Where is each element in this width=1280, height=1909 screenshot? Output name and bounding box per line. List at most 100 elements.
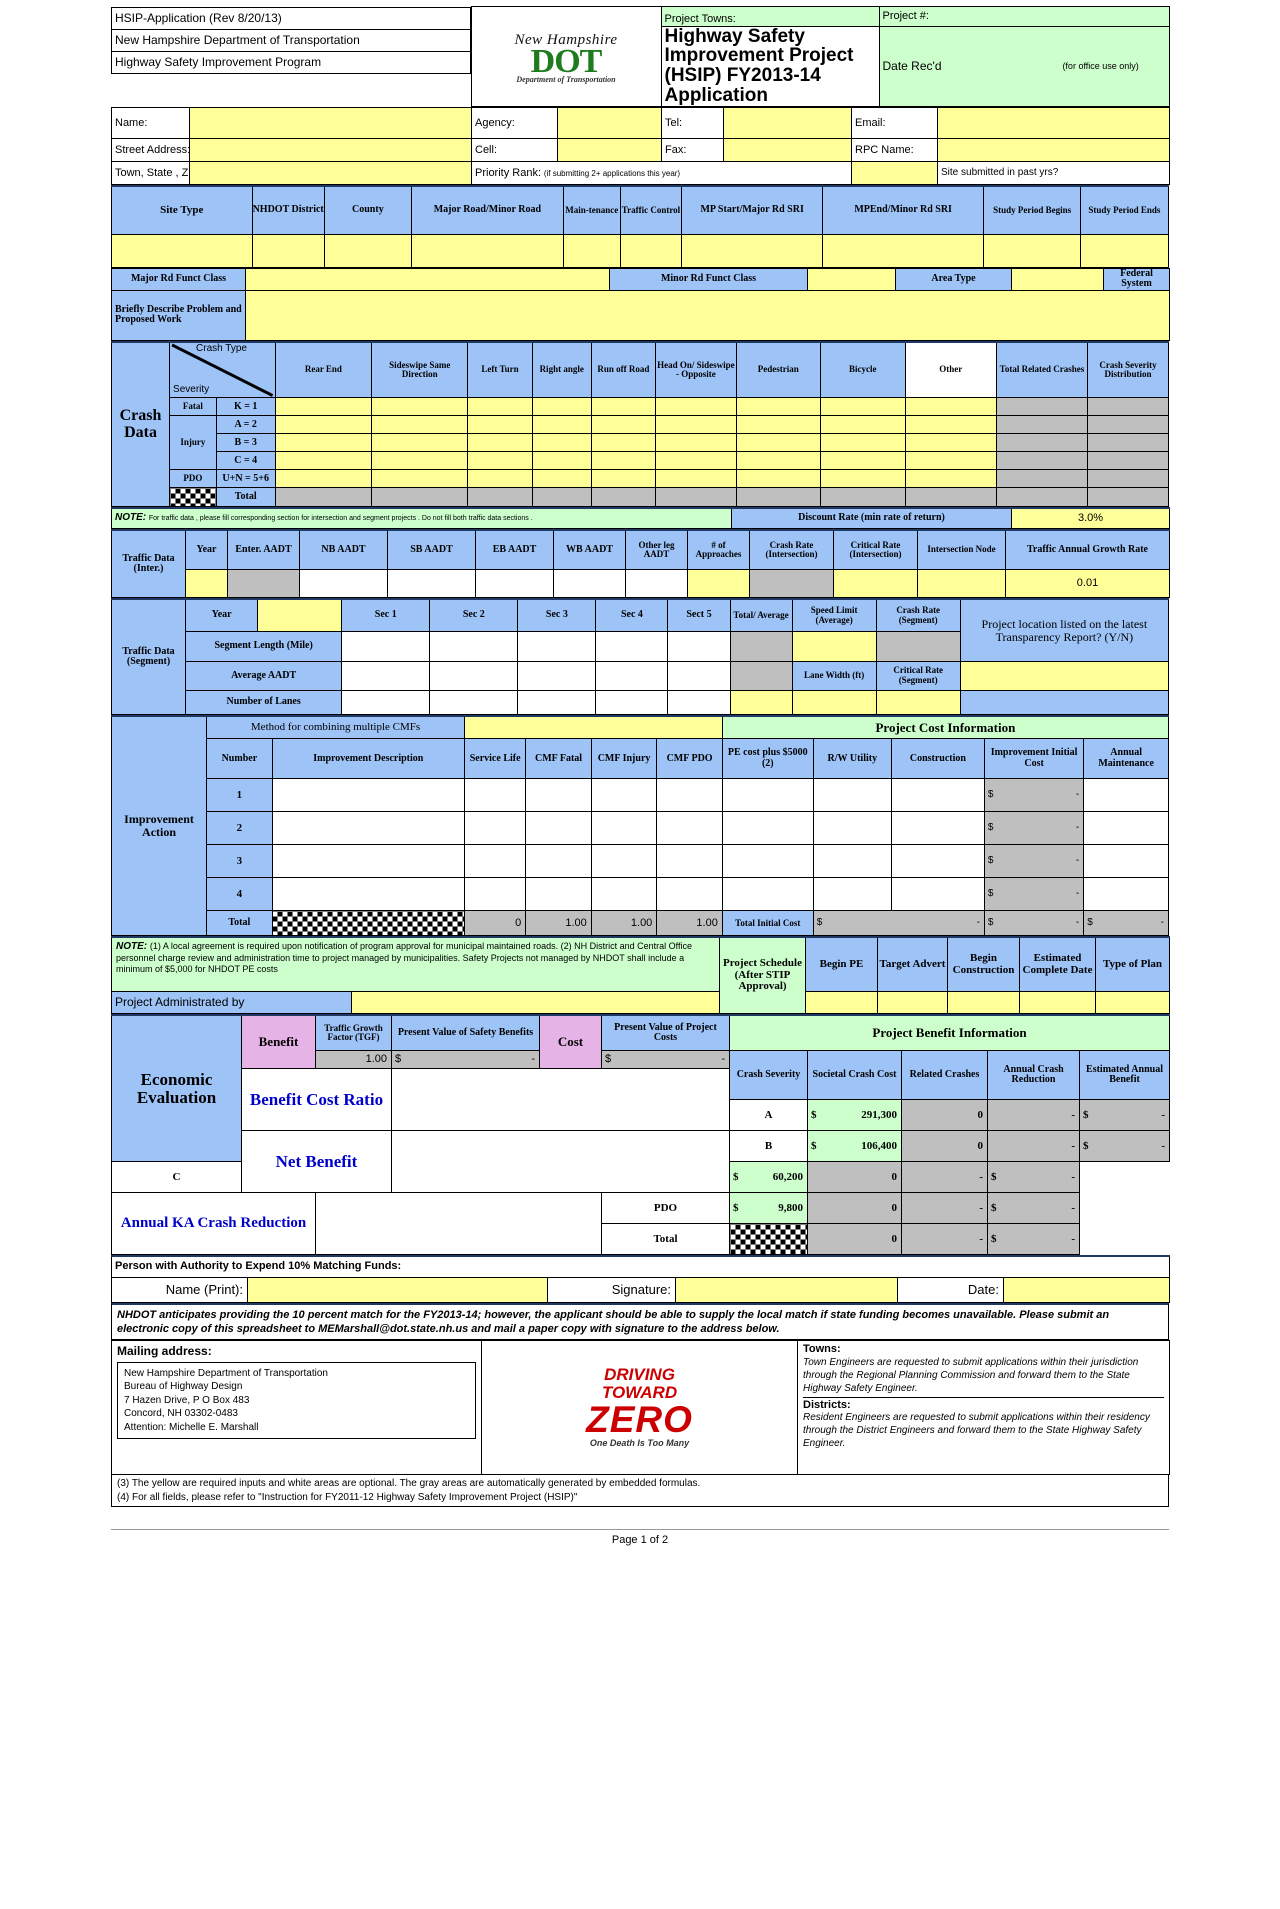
crash-cell[interactable] <box>735 451 821 471</box>
service-life-input[interactable] <box>463 811 527 846</box>
crash-cell[interactable] <box>467 397 533 417</box>
segment-length-sec5[interactable] <box>667 630 731 662</box>
lanes-sec3[interactable] <box>517 689 597 715</box>
cmf-injury-input[interactable] <box>590 811 658 846</box>
segment-year-input[interactable] <box>257 598 343 632</box>
segment-length-sec3[interactable] <box>517 630 597 662</box>
service-life-input[interactable] <box>463 877 527 912</box>
type-of-plan-input[interactable] <box>1095 990 1170 1014</box>
street-address-input[interactable] <box>189 138 472 163</box>
avg-aadt-sec4[interactable] <box>595 660 669 691</box>
avg-aadt-sec2[interactable] <box>429 660 519 691</box>
crash-cell[interactable] <box>371 469 469 489</box>
email-input[interactable] <box>937 107 1170 140</box>
lanes-sec1[interactable] <box>341 689 431 715</box>
crash-cell[interactable] <box>904 469 997 489</box>
project-towns-field[interactable]: Project Towns: <box>660 6 880 27</box>
crash-cell[interactable] <box>904 397 997 417</box>
priority-rank-input[interactable] <box>851 161 938 186</box>
segment-speed-limit-input[interactable] <box>791 630 877 662</box>
annual-maintenance-input[interactable] <box>1083 811 1169 846</box>
crash-cell[interactable] <box>735 469 821 489</box>
mp-end-input[interactable] <box>821 233 985 268</box>
cmf-fatal-input[interactable] <box>525 877 592 912</box>
rpc-name-input[interactable] <box>937 138 1170 163</box>
crash-cell[interactable] <box>654 469 737 489</box>
cell-input[interactable] <box>557 138 662 163</box>
date-input[interactable] <box>1002 1276 1171 1303</box>
crash-cell[interactable] <box>654 397 737 417</box>
cmf-pdo-input[interactable] <box>656 811 723 846</box>
rw-utility-input[interactable] <box>812 877 892 912</box>
estimated-complete-date-input[interactable] <box>1019 990 1096 1014</box>
crash-cell[interactable] <box>904 433 997 453</box>
inter-year-input[interactable] <box>185 569 228 599</box>
service-life-input[interactable] <box>463 844 527 879</box>
cmf-injury-input[interactable] <box>590 844 658 879</box>
traffic-growth-rate-value[interactable]: 0.01 <box>1005 569 1170 599</box>
crash-cell[interactable] <box>274 415 373 435</box>
cmf-pdo-input[interactable] <box>656 877 723 912</box>
inter-nb-aadt-input[interactable] <box>299 569 388 599</box>
construction-input[interactable] <box>890 844 985 879</box>
major-funct-class-input[interactable] <box>245 267 610 291</box>
crash-cell[interactable] <box>590 397 656 417</box>
cmf-fatal-input[interactable] <box>525 811 592 846</box>
crash-cell[interactable] <box>904 415 997 435</box>
segment-length-sec2[interactable] <box>429 630 519 662</box>
cmf-fatal-input[interactable] <box>525 778 592 813</box>
begin-pe-input[interactable] <box>805 990 878 1014</box>
rw-utility-input[interactable] <box>812 811 892 846</box>
study-period-ends-input[interactable] <box>1079 233 1170 268</box>
crash-cell[interactable] <box>735 415 821 435</box>
annual-maintenance-input[interactable] <box>1083 877 1169 912</box>
nhdot-district-input[interactable] <box>251 233 325 268</box>
crash-cell[interactable] <box>274 451 373 471</box>
crash-cell[interactable] <box>531 415 592 435</box>
inter-sb-aadt-input[interactable] <box>387 569 476 599</box>
improvement-desc-input[interactable] <box>271 844 465 879</box>
signature-input[interactable] <box>675 1276 898 1303</box>
study-period-begins-input[interactable] <box>983 233 1081 268</box>
avg-aadt-sec1[interactable] <box>341 660 431 691</box>
crash-cell[interactable] <box>819 469 906 489</box>
avg-aadt-sec3[interactable] <box>517 660 597 691</box>
lane-width-input[interactable] <box>791 689 877 715</box>
name-print-input[interactable] <box>247 1276 548 1303</box>
segment-length-sec1[interactable] <box>341 630 431 662</box>
project-number-field[interactable]: Project #: <box>878 6 1170 27</box>
inter-node-input[interactable] <box>917 569 1006 599</box>
crash-cell[interactable] <box>531 433 592 453</box>
inter-other-leg-input[interactable] <box>625 569 688 599</box>
mp-start-input[interactable] <box>681 233 823 268</box>
crash-cell[interactable] <box>590 433 656 453</box>
improvement-desc-input[interactable] <box>271 811 465 846</box>
crash-cell[interactable] <box>819 397 906 417</box>
cmf-fatal-input[interactable] <box>525 844 592 879</box>
cmf-injury-input[interactable] <box>590 778 658 813</box>
pe-cost-input[interactable] <box>721 811 814 846</box>
crash-cell[interactable] <box>274 469 373 489</box>
name-input[interactable] <box>189 107 472 140</box>
project-administrated-by-input[interactable] <box>351 990 720 1014</box>
agency-input[interactable] <box>557 107 662 140</box>
crash-cell[interactable] <box>819 451 906 471</box>
crash-cell[interactable] <box>274 433 373 453</box>
fax-input[interactable] <box>723 138 852 163</box>
lanes-sec4[interactable] <box>595 689 669 715</box>
crash-cell[interactable] <box>371 415 469 435</box>
major-minor-road-input[interactable] <box>410 233 564 268</box>
rw-utility-input[interactable] <box>812 844 892 879</box>
crash-cell[interactable] <box>371 433 469 453</box>
pe-cost-input[interactable] <box>721 778 814 813</box>
avg-aadt-sec5[interactable] <box>667 660 731 691</box>
annual-maintenance-input[interactable] <box>1083 844 1169 879</box>
transparency-report-input[interactable] <box>959 660 1170 691</box>
lanes-sec5[interactable] <box>667 689 731 715</box>
maintenance-input[interactable] <box>562 233 621 268</box>
service-life-input[interactable] <box>463 778 527 813</box>
crash-cell[interactable] <box>467 451 533 471</box>
crash-cell[interactable] <box>467 415 533 435</box>
crash-cell[interactable] <box>819 415 906 435</box>
critical-rate-segment-input[interactable] <box>875 689 961 715</box>
